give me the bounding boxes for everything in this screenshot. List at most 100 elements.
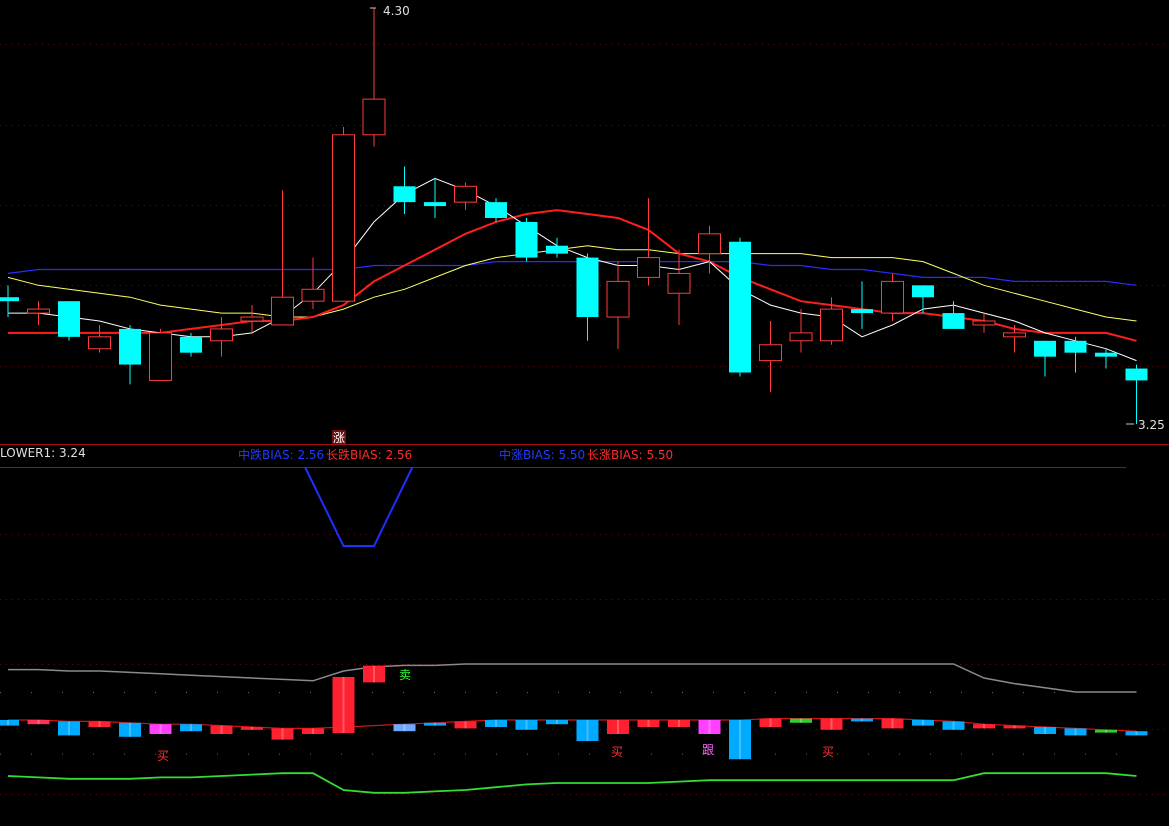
- indicator-bar: [0, 720, 19, 726]
- indicator-bar-highlight: [7, 720, 9, 726]
- candle-body-up: [332, 134, 355, 302]
- indicator-bar-highlight: [769, 718, 772, 727]
- candle: [393, 166, 416, 215]
- candle-body-down: [424, 202, 446, 207]
- signal-sell-top: 卖: [399, 668, 411, 682]
- candle: [637, 198, 660, 286]
- indicator-bar-highlight: [1135, 731, 1138, 736]
- legend-mid-rise-bias: 中涨BIAS: 5.50: [499, 448, 586, 462]
- indicator-bar-highlight: [495, 720, 497, 727]
- signal-buy-3: 买: [822, 745, 834, 759]
- indicator-bar-highlight: [373, 665, 375, 683]
- candle-body-up: [698, 233, 721, 255]
- legend-long-fall-bias: 长跌BIAS: 2.56: [326, 448, 413, 462]
- candle-body-down: [1034, 340, 1056, 357]
- candle-body-up: [149, 332, 172, 381]
- candle: [332, 126, 355, 302]
- candle-body-up: [301, 288, 325, 302]
- candle-body-down: [0, 297, 19, 302]
- candle: [149, 328, 172, 381]
- candle-body-up: [759, 344, 782, 362]
- indicator-bar-highlight: [708, 720, 711, 734]
- candle: [0, 285, 19, 318]
- candle-body-down: [485, 202, 507, 218]
- candle: [27, 301, 50, 325]
- candle: [301, 257, 325, 310]
- indicator-bar-highlight: [68, 721, 70, 736]
- indicator-bar-highlight: [37, 720, 40, 725]
- candle-body-down: [912, 285, 934, 298]
- signal-follow: 跟: [702, 743, 714, 757]
- indicator-bar-highlight: [434, 722, 436, 726]
- candle-body-down: [119, 328, 141, 365]
- candle: [667, 249, 691, 325]
- indicator-bar-highlight: [830, 718, 833, 730]
- indicator-bar-highlight: [1105, 729, 1107, 733]
- indicator-bar-highlight: [464, 721, 467, 729]
- candle: [1064, 336, 1087, 373]
- candle: [1034, 340, 1056, 377]
- high-price-marker: 4.30: [370, 4, 410, 18]
- candle-body-up: [271, 296, 294, 326]
- indicator-bar-highlight: [525, 720, 528, 730]
- indicator-bar-highlight: [342, 677, 345, 733]
- candle-body-down: [729, 241, 751, 373]
- candle: [972, 313, 996, 333]
- indicator-lower-line: [7, 772, 1137, 794]
- indicator-bar-highlight: [190, 724, 192, 732]
- candle: [88, 324, 111, 353]
- candle-body-down: [180, 336, 202, 353]
- candle-body-down: [1125, 368, 1148, 381]
- indicator-panel: [0, 663, 1148, 794]
- candle: [362, 8, 386, 147]
- candle: [729, 237, 751, 377]
- indicator-bar-highlight: [556, 720, 558, 725]
- candle-body-up: [667, 272, 691, 294]
- candle-body-up: [88, 336, 111, 350]
- indicator-bar-highlight: [617, 720, 619, 734]
- candle: [789, 309, 813, 353]
- indicator-bar-highlight: [922, 720, 924, 726]
- signal-buy-2: 买: [611, 745, 623, 759]
- indicator-bar-highlight: [983, 724, 985, 729]
- indicator-bar-highlight: [1044, 727, 1046, 734]
- candle: [119, 324, 141, 385]
- ma-long-line: [7, 245, 1137, 322]
- candle: [515, 217, 538, 262]
- candle: [606, 261, 630, 349]
- candle-body-down: [546, 245, 568, 254]
- low-price-label: 3.25: [1138, 418, 1165, 432]
- candle-body-up: [454, 185, 477, 203]
- rise-signal-tag: 涨: [332, 430, 346, 445]
- candle-body-down: [942, 313, 965, 329]
- candle: [851, 281, 873, 329]
- indicator-upper-line: [8, 663, 1137, 693]
- indicator-bar-highlight: [251, 727, 253, 730]
- signal-buy-1: 买: [157, 749, 169, 763]
- ma-longest-line: [7, 261, 1137, 286]
- indicator-bar-highlight: [220, 725, 223, 734]
- candle: [271, 190, 294, 326]
- candlestick-chart: 4.30 3.25 涨 卖 买 买 跟 买: [0, 4, 1169, 795]
- indicator-bar-highlight: [1013, 725, 1016, 729]
- indicator-bar-highlight: [1074, 728, 1077, 736]
- indicator-bar-highlight: [129, 722, 131, 737]
- candle-body-up: [972, 320, 996, 326]
- candle-body-up: [789, 332, 813, 342]
- indicator-bar-highlight: [861, 718, 863, 722]
- candle: [576, 253, 599, 341]
- indicator-bar-highlight: [586, 720, 589, 741]
- candle-body-down: [576, 257, 599, 318]
- indicator-bar-highlight: [98, 721, 101, 727]
- indicator-bar-highlight: [952, 721, 955, 730]
- candle-body-down: [393, 186, 416, 203]
- candles: [0, 8, 1148, 424]
- candle-body-up: [27, 308, 50, 314]
- rise-signal-text: 涨: [333, 430, 345, 445]
- ma-mid-line: [8, 209, 1137, 342]
- candle-body-up: [881, 280, 904, 314]
- candle-body-up: [240, 316, 264, 322]
- legend-mid-fall-bias: 中跌BIAS: 2.56: [238, 448, 325, 462]
- candle-body-down: [851, 309, 873, 314]
- indicator-bar-highlight: [739, 720, 741, 760]
